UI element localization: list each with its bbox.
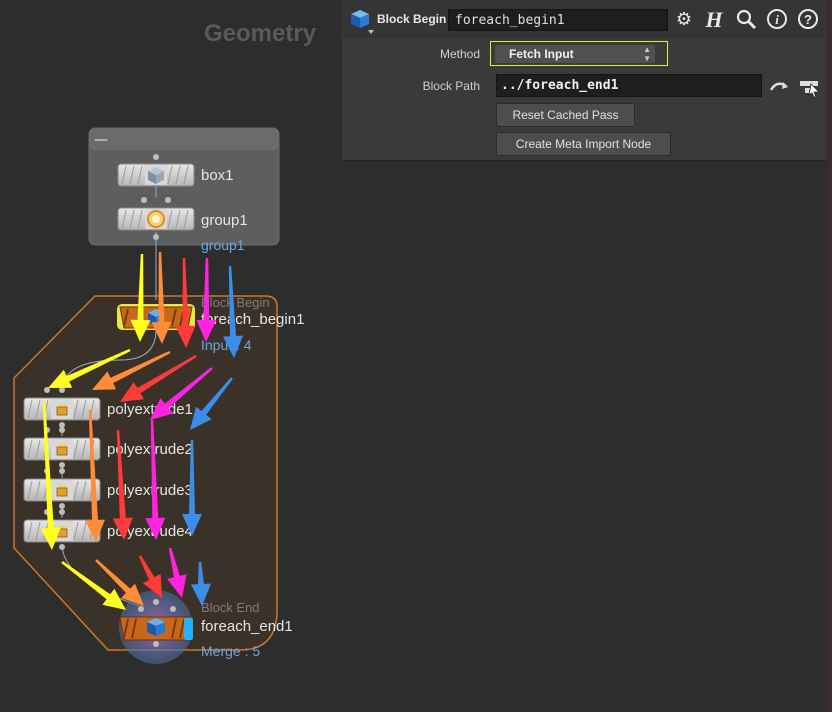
svg-text:?: ? bbox=[804, 12, 812, 27]
node-label-foreach-end1: foreach_end1 bbox=[201, 618, 293, 635]
node-type-foreach-begin1: Block Begin bbox=[201, 295, 270, 310]
create-meta-import-node-button[interactable]: Create Meta Import Node bbox=[496, 132, 671, 156]
node-label-foreach-begin1: foreach_begin1 bbox=[201, 311, 304, 328]
method-label: Method bbox=[439, 47, 480, 61]
help-icon[interactable]: ? bbox=[796, 8, 820, 32]
node-label-box1: box1 bbox=[201, 167, 234, 184]
display-flag[interactable] bbox=[184, 618, 193, 640]
reset-cached-pass-button[interactable]: Reset Cached Pass bbox=[496, 103, 635, 127]
node-sub-foreach-end1: Merge : 5 bbox=[201, 643, 260, 659]
block-path-field[interactable]: ../foreach_end1 bbox=[496, 74, 762, 97]
info-icon[interactable]: i bbox=[765, 8, 789, 32]
node-sub-group1: group1 bbox=[201, 237, 245, 253]
node-name-field[interactable]: foreach_begin1 bbox=[448, 9, 668, 31]
gear-icon[interactable]: ⚙ bbox=[672, 8, 696, 32]
block-path-label: Block Path bbox=[422, 79, 480, 93]
node-type-label: Block Begin bbox=[377, 12, 447, 26]
node-label-group1: group1 bbox=[201, 212, 248, 229]
parameter-panel[interactable]: Block Begin foreach_begin1 ⚙ H i ? Metho… bbox=[342, 0, 827, 161]
network-box-collapse-icon[interactable]: — bbox=[94, 132, 108, 148]
network-editor[interactable]: Geometry — box1 group1 group1 Block Begi… bbox=[0, 0, 832, 712]
node-menu-arrow-icon[interactable] bbox=[368, 30, 374, 34]
jump-to-node-icon[interactable] bbox=[767, 76, 791, 98]
method-menu-value: Fetch Input bbox=[509, 47, 574, 61]
method-menu-highlight: Fetch Input ▲ ▼ bbox=[490, 41, 668, 66]
search-icon[interactable] bbox=[734, 8, 758, 32]
houdini-h-icon[interactable]: H bbox=[702, 8, 726, 32]
block-begin-icon bbox=[351, 10, 369, 28]
right-edge-strip bbox=[827, 0, 832, 712]
svg-text:i: i bbox=[775, 12, 779, 27]
node-type-foreach-end1: Block End bbox=[201, 600, 260, 615]
panel-header: Block Begin foreach_begin1 ⚙ H i ? bbox=[342, 0, 827, 38]
updown-arrows-icon: ▲ ▼ bbox=[643, 45, 651, 63]
node-label-polyextrude1: polyextrude1 bbox=[107, 401, 193, 418]
group-icon bbox=[147, 210, 165, 228]
node-chooser-icon[interactable] bbox=[797, 76, 821, 98]
method-menu[interactable]: Fetch Input ▲ ▼ bbox=[495, 45, 655, 63]
